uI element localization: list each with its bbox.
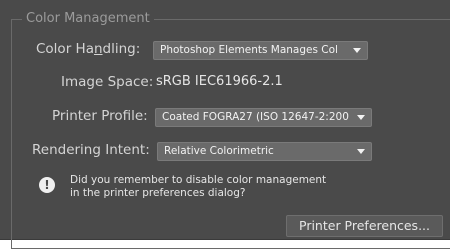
printer-preferences-button[interactable]: Printer Preferences... [286, 215, 443, 237]
info-exclamation-icon: ! [39, 177, 55, 193]
color-handling-label: Color Handling: [36, 41, 141, 57]
printer-reminder-message: Did you remember to disable color manage… [70, 174, 326, 200]
chevron-down-icon [353, 48, 361, 53]
chevron-down-icon [357, 149, 365, 154]
printer-profile-label: Printer Profile: [52, 108, 148, 124]
printer-profile-value: Coated FOGRA27 (ISO 12647-2:200 [162, 111, 349, 123]
image-space-value: sRGB IEC61966-2.1 [156, 74, 283, 89]
group-title: Color Management [22, 10, 154, 28]
message-line-1: Did you remember to disable color manage… [70, 174, 327, 186]
chevron-down-icon [357, 115, 365, 120]
printer-profile-select[interactable]: Coated FOGRA27 (ISO 12647-2:200 [155, 108, 372, 127]
color-handling-select[interactable]: Photoshop Elements Manages Col [153, 41, 368, 60]
rendering-intent-value: Relative Colorimetric [164, 145, 274, 157]
rendering-intent-label: Rendering Intent: [32, 142, 150, 158]
message-line-2: in the printer preferences dialog? [70, 187, 246, 199]
color-management-panel: Color Management Color Handling: Photosh… [0, 0, 450, 249]
color-handling-value: Photoshop Elements Manages Col [160, 44, 338, 56]
rendering-intent-select[interactable]: Relative Colorimetric [157, 142, 372, 161]
image-space-label: Image Space: [61, 74, 154, 90]
